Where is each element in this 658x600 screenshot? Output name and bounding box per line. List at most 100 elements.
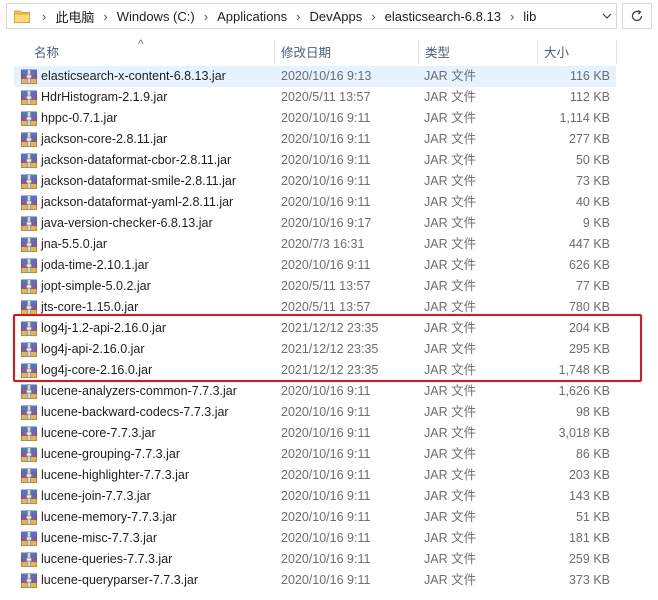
breadcrumb-item-applications[interactable]: Applications	[217, 9, 287, 24]
breadcrumb-item-elasticsearch[interactable]: elasticsearch-6.8.13	[385, 9, 501, 24]
file-modified-date: 2020/10/16 9:11	[281, 405, 371, 419]
file-name: java-version-checker-6.8.13.jar	[41, 216, 213, 230]
jar-icon	[21, 510, 37, 525]
file-size: 116 KB	[569, 69, 610, 83]
file-type: JAR 文件	[424, 111, 477, 125]
file-name: jackson-dataformat-smile-2.8.11.jar	[41, 174, 236, 188]
column-divider[interactable]	[616, 40, 617, 64]
file-size: 98 KB	[575, 405, 610, 419]
file-type: JAR 文件	[424, 237, 477, 251]
file-row[interactable]: HdrHistogram-2.1.9.jar 2020/5/11 13:57 JAR…	[14, 87, 616, 108]
file-row[interactable]: jackson-core-2.8.11.jar 2020/10/16 9:11 JA…	[14, 129, 616, 150]
file-type: JAR 文件	[424, 132, 477, 146]
file-name: lucene-analyzers-common-7.7.3.jar	[41, 384, 237, 398]
column-header-row: ^ 名称 修改日期 类型 大小	[0, 37, 658, 64]
chevron-right-icon[interactable]: ›	[33, 9, 55, 24]
jar-icon	[21, 69, 37, 84]
address-history-dropdown[interactable]	[597, 4, 617, 28]
chevron-right-icon[interactable]: ›	[287, 9, 309, 24]
file-modified-date: 2020/10/16 9:11	[281, 573, 371, 587]
file-size: 1,114 KB	[559, 111, 610, 125]
file-row[interactable]: lucene-analyzers-common-7.7.3.jar 2020/10…	[14, 381, 616, 402]
chevron-right-icon[interactable]: ›	[362, 9, 384, 24]
file-name: jopt-simple-5.0.2.jar	[41, 279, 151, 293]
file-modified-date: 2020/10/16 9:11	[281, 132, 371, 146]
jar-icon	[21, 195, 37, 210]
file-row[interactable]: elasticsearch-x-content-6.8.13.jar 2020/1…	[14, 66, 616, 87]
file-size: 447 KB	[568, 237, 610, 251]
breadcrumb-item-this-pc[interactable]: 此电脑	[55, 7, 94, 26]
column-header-date[interactable]: 修改日期	[275, 40, 418, 64]
jar-icon	[21, 237, 37, 252]
file-row[interactable]: lucene-queries-7.7.3.jar 2020/10/16 9:11 J…	[14, 549, 616, 570]
file-modified-date: 2020/10/16 9:11	[281, 384, 371, 398]
column-header-type[interactable]: 类型	[419, 40, 537, 64]
file-row[interactable]: joda-time-2.10.1.jar 2020/10/16 9:11 JAR 文…	[14, 255, 616, 276]
file-type: JAR 文件	[424, 468, 477, 482]
file-modified-date: 2020/10/16 9:13	[281, 69, 372, 83]
file-name: jna-5.5.0.jar	[41, 237, 108, 251]
file-row[interactable]: lucene-grouping-7.7.3.jar 2020/10/16 9:11…	[14, 444, 616, 465]
jar-icon	[21, 111, 37, 126]
file-size: 626 KB	[568, 258, 610, 272]
file-row[interactable]: lucene-backward-codecs-7.7.3.jar 2020/10/…	[14, 402, 616, 423]
file-size: 40 KB	[575, 195, 610, 209]
file-modified-date: 2020/10/16 9:11	[281, 531, 371, 545]
jar-icon	[21, 531, 37, 546]
file-name: elasticsearch-x-content-6.8.13.jar	[41, 69, 226, 83]
jar-icon	[21, 573, 37, 588]
chevron-right-icon[interactable]: ›	[94, 9, 116, 24]
file-row[interactable]: jopt-simple-5.0.2.jar 2020/5/11 13:57 JAR …	[14, 276, 616, 297]
chevron-right-icon[interactable]: ›	[195, 9, 217, 24]
file-name: lucene-join-7.7.3.jar	[41, 489, 151, 503]
breadcrumb-item-c-drive[interactable]: Windows (C:)	[117, 9, 195, 24]
file-row[interactable]: lucene-highlighter-7.7.3.jar 2020/10/16 9…	[14, 465, 616, 486]
file-modified-date: 2020/10/16 9:11	[281, 489, 371, 503]
file-type: JAR 文件	[424, 69, 477, 83]
file-row[interactable]: lucene-misc-7.7.3.jar 2020/10/16 9:11 JAR …	[14, 528, 616, 549]
file-name: jackson-dataformat-cbor-2.8.11.jar	[41, 153, 232, 167]
file-type: JAR 文件	[424, 447, 477, 461]
refresh-button[interactable]	[622, 3, 652, 29]
file-type: JAR 文件	[424, 258, 477, 272]
file-row[interactable]: jackson-dataformat-cbor-2.8.11.jar 2020/1…	[14, 150, 616, 171]
column-header-name[interactable]: 名称	[28, 40, 274, 64]
file-name: lucene-queries-7.7.3.jar	[41, 552, 173, 566]
file-row[interactable]: jackson-dataformat-yaml-2.8.11.jar 2020/1…	[14, 192, 616, 213]
file-row[interactable]: hppc-0.7.1.jar 2020/10/16 9:11 JAR 文件 1,114…	[14, 108, 616, 129]
jar-icon	[21, 153, 37, 168]
file-type: JAR 文件	[424, 195, 477, 209]
file-row[interactable]: jna-5.5.0.jar 2020/7/3 16:31 JAR 文件 447 KB	[14, 234, 616, 255]
file-name: lucene-backward-codecs-7.7.3.jar	[41, 405, 229, 419]
jar-icon	[21, 300, 37, 315]
file-type: JAR 文件	[424, 174, 477, 188]
file-size: 9 KB	[582, 216, 610, 230]
column-header-size[interactable]: 大小	[538, 40, 616, 64]
file-row[interactable]: lucene-queryparser-7.7.3.jar 2020/10/16 9…	[14, 570, 616, 591]
file-type: JAR 文件	[424, 216, 477, 230]
file-row[interactable]: lucene-core-7.7.3.jar 2020/10/16 9:11 JAR …	[14, 423, 616, 444]
address-box[interactable]: › 此电脑 › Windows (C:) › Applications › De…	[6, 3, 617, 29]
file-size: 112 KB	[569, 90, 610, 104]
file-type: JAR 文件	[424, 279, 477, 293]
file-name: lucene-queryparser-7.7.3.jar	[41, 573, 199, 587]
file-row[interactable]: lucene-join-7.7.3.jar 2020/10/16 9:11 JAR …	[14, 486, 616, 507]
chevron-right-icon[interactable]: ›	[501, 9, 523, 24]
chevron-down-icon	[602, 13, 612, 19]
file-type: JAR 文件	[424, 531, 477, 545]
file-modified-date: 2020/10/16 9:11	[281, 468, 371, 482]
file-modified-date: 2020/5/11 13:57	[281, 279, 371, 293]
file-row[interactable]: lucene-memory-7.7.3.jar 2020/10/16 9:11 JA…	[14, 507, 616, 528]
file-name: lucene-memory-7.7.3.jar	[41, 510, 177, 524]
file-row[interactable]: jackson-dataformat-smile-2.8.11.jar 2020/…	[14, 171, 616, 192]
file-size: 1,626 KB	[558, 384, 610, 398]
file-size: 373 KB	[568, 573, 610, 587]
file-row[interactable]: java-version-checker-6.8.13.jar 2020/10/1…	[14, 213, 616, 234]
file-type: JAR 文件	[424, 573, 477, 587]
jar-icon	[21, 90, 37, 105]
file-name: HdrHistogram-2.1.9.jar	[41, 90, 168, 104]
breadcrumb-item-lib[interactable]: lib	[523, 9, 536, 24]
breadcrumb-item-devapps[interactable]: DevApps	[310, 9, 363, 24]
file-type: JAR 文件	[424, 384, 477, 398]
file-size: 51 KB	[575, 510, 610, 524]
